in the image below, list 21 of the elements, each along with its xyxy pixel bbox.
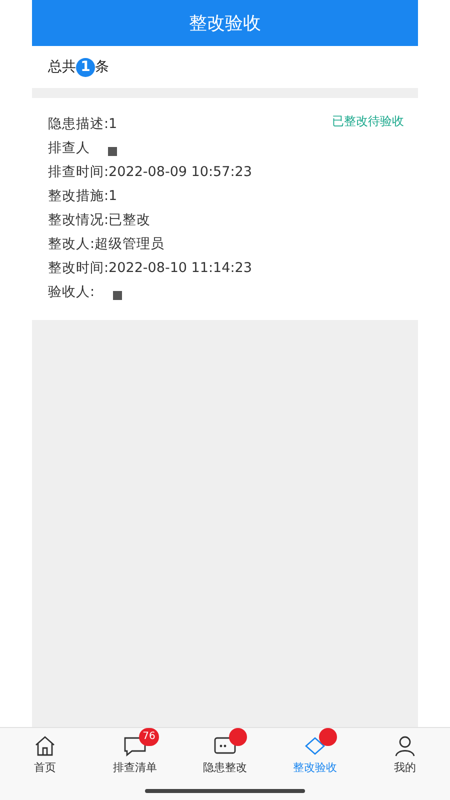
summary-label: 总共 — [48, 58, 76, 76]
count-badge: 76 — [139, 728, 159, 746]
field-text: 整改情况:已整改 — [48, 211, 151, 229]
tab-item[interactable]: 首页 — [0, 728, 90, 780]
person-icon — [393, 734, 417, 758]
count-badge: 1 — [76, 58, 95, 76]
field-text: 验收人: — [48, 283, 95, 301]
status-label: 已整改待验收 — [332, 112, 404, 130]
field-text: 隐患描述:1 — [48, 115, 118, 133]
field-text: 整改措施:1 — [48, 187, 118, 205]
field-text: 整改人:超级管理员 — [48, 235, 165, 253]
record-card[interactable]: 隐患描述:1 已整改待验收 排查人 排查时间:2022-08-09 10:57:23 整改措施:1 整改情况:已整改 整改人:超级管理员 整改时间:2022-08-10 11:14:23 验收人: — [32, 98, 418, 320]
summary-label: 条 — [95, 58, 109, 76]
field-text: 排查人 — [48, 139, 90, 157]
field-text: 整改时间:2022-08-10 11:14:23 — [48, 259, 252, 277]
tab-item[interactable]: 76 排查清单 — [90, 728, 180, 780]
field-text: 排查时间:2022-08-09 10:57:23 — [48, 163, 252, 181]
tab-item[interactable]: 我的 — [360, 728, 450, 780]
home-icon — [33, 734, 57, 758]
page-title: 整改验收 — [189, 12, 261, 35]
tab-item[interactable]: 隐患整改 — [180, 728, 270, 780]
